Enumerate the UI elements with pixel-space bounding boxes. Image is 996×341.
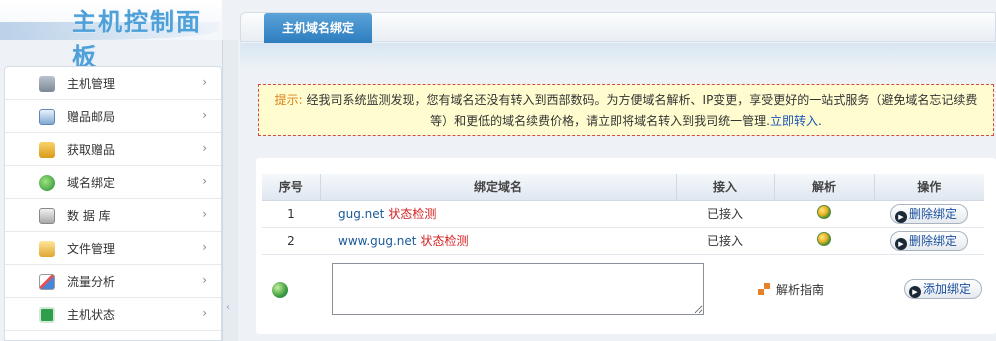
server-icon bbox=[39, 76, 55, 92]
globe-icon bbox=[39, 175, 55, 191]
delete-binding-button[interactable]: ▶ 删除绑定 bbox=[889, 203, 968, 224]
sidebar-item-file-management[interactable]: 文件管理 › bbox=[5, 232, 221, 265]
delete-binding-label: 删除绑定 bbox=[908, 206, 957, 221]
play-icon: ▶ bbox=[894, 210, 907, 223]
status-check-link[interactable]: 状态检测 bbox=[421, 234, 469, 248]
sidebar-item-label: 主机管理 bbox=[67, 77, 116, 91]
collapse-left-icon[interactable]: ‹ bbox=[226, 302, 230, 313]
status-check-link[interactable]: 状态检测 bbox=[388, 207, 436, 221]
chart-icon bbox=[39, 274, 55, 290]
sidebar-item-label: 数 据 库 bbox=[67, 209, 111, 223]
row-resolve-cell bbox=[774, 227, 874, 255]
sidebar-panel: 主机控制面板 主机管理 › 赠品邮局 › 获取赠品 › 域名绑定 › 数 据 库… bbox=[0, 0, 238, 341]
row-index: 2 bbox=[262, 227, 320, 255]
col-header-domain: 绑定域名 bbox=[320, 174, 677, 201]
row-action-cell: ▶ 删除绑定 bbox=[874, 227, 984, 255]
table-row: 1 gug.net 状态检测 已接入 ▶ 删除绑定 bbox=[262, 200, 984, 228]
globe-icon[interactable] bbox=[817, 232, 831, 246]
chevron-right-icon: › bbox=[202, 306, 207, 320]
col-header-resolve: 解析 bbox=[774, 174, 875, 201]
row-domain: gug.net bbox=[338, 207, 385, 221]
col-header-access: 接入 bbox=[676, 174, 775, 201]
table-header-row: 序号 绑定域名 接入 解析 操作 bbox=[262, 174, 984, 201]
sidebar-item-label: 文件管理 bbox=[67, 242, 116, 256]
sidebar-item-gift-mail[interactable]: 赠品邮局 › bbox=[5, 100, 221, 133]
chevron-right-icon: › bbox=[202, 108, 207, 122]
main-panel: 主机域名绑定 提示: 经我司系统监测发现，您有域名还没有转入到西部数码。为方便域… bbox=[238, 0, 996, 341]
add-globe-icon bbox=[272, 282, 288, 298]
globe-icon[interactable] bbox=[817, 205, 831, 219]
sidebar-item-label: 域名绑定 bbox=[67, 176, 116, 190]
logo-title: 主机控制面板 bbox=[72, 8, 202, 71]
play-icon: ▶ bbox=[909, 286, 921, 298]
folder-icon bbox=[39, 241, 55, 257]
row-access: 已接入 bbox=[676, 200, 774, 228]
delete-binding-button[interactable]: ▶ 删除绑定 bbox=[889, 230, 968, 251]
chevron-right-icon: › bbox=[202, 174, 207, 188]
sidebar-item-traffic-analysis[interactable]: 流量分析 › bbox=[5, 265, 221, 298]
logo-area: 主机控制面板 bbox=[0, 0, 222, 71]
chevron-right-icon: › bbox=[202, 240, 207, 254]
delete-binding-label: 删除绑定 bbox=[908, 233, 957, 248]
mail-icon bbox=[39, 109, 55, 125]
sidebar-item-label: 主机状态 bbox=[67, 308, 116, 322]
transfer-now-link[interactable]: 立即转入 bbox=[770, 114, 818, 128]
binding-table: 序号 绑定域名 接入 解析 操作 1 gug.net 状态检测 已接入 ▶ 删除绑定 bbox=[262, 174, 984, 255]
row-access: 已接入 bbox=[676, 227, 774, 255]
row-domain-cell: gug.net 状态检测 bbox=[320, 200, 676, 228]
resolve-guide-link[interactable]: 解析指南 bbox=[776, 281, 824, 298]
guide-icon bbox=[758, 283, 770, 295]
notice-box: 提示: 经我司系统监测发现，您有域名还没有转入到西部数码。为方便域名解析、IP变… bbox=[258, 84, 994, 136]
row-domain: www.gug.net bbox=[338, 234, 417, 248]
sidebar-item-label: 获取赠品 bbox=[67, 143, 116, 157]
notice-suffix: . bbox=[818, 114, 822, 128]
notice-text: 经我司系统监测发现，您有域名还没有转入到西部数码。为方便域名解析、IP变更，享受… bbox=[302, 93, 978, 128]
col-header-index: 序号 bbox=[262, 174, 321, 201]
sidebar-item-label: 赠品邮局 bbox=[67, 110, 116, 124]
row-resolve-cell bbox=[774, 200, 874, 228]
notice-prefix: 提示: bbox=[274, 93, 303, 107]
sidebar-item-label: 流量分析 bbox=[67, 275, 116, 289]
chevron-right-icon: › bbox=[202, 75, 207, 89]
play-icon: ▶ bbox=[894, 237, 907, 250]
add-binding-button[interactable]: ▶ 添加绑定 bbox=[904, 279, 983, 299]
sidebar-item-host-management[interactable]: 主机管理 › bbox=[5, 67, 221, 100]
sidebar-item-database[interactable]: 数 据 库 › bbox=[5, 199, 221, 232]
chevron-right-icon: › bbox=[202, 207, 207, 221]
gift-icon bbox=[39, 142, 55, 158]
database-icon bbox=[39, 208, 55, 224]
col-header-action: 操作 bbox=[874, 174, 984, 201]
row-action-cell: ▶ 删除绑定 bbox=[874, 200, 984, 228]
row-domain-cell: www.gug.net 状态检测 bbox=[320, 227, 676, 255]
tab-domain-binding[interactable]: 主机域名绑定 bbox=[264, 13, 373, 43]
chevron-right-icon: › bbox=[202, 141, 207, 155]
row-index: 1 bbox=[262, 200, 320, 228]
sidebar-collapse-strip[interactable] bbox=[222, 40, 238, 341]
status-icon bbox=[39, 307, 55, 323]
sidebar-menu: 主机管理 › 赠品邮局 › 获取赠品 › 域名绑定 › 数 据 库 › 文件管理… bbox=[4, 66, 222, 341]
domain-input[interactable] bbox=[332, 263, 704, 315]
add-binding-label: 添加绑定 bbox=[923, 282, 972, 296]
table-row: 2 www.gug.net 状态检测 已接入 ▶ 删除绑定 bbox=[262, 227, 984, 255]
sidebar-item-host-status[interactable]: 主机状态 › bbox=[5, 298, 221, 331]
header-band bbox=[240, 43, 996, 71]
chevron-right-icon: › bbox=[202, 273, 207, 287]
sidebar-item-get-gift[interactable]: 获取赠品 › bbox=[5, 133, 221, 166]
sidebar-item-domain-binding[interactable]: 域名绑定 › bbox=[5, 166, 221, 199]
